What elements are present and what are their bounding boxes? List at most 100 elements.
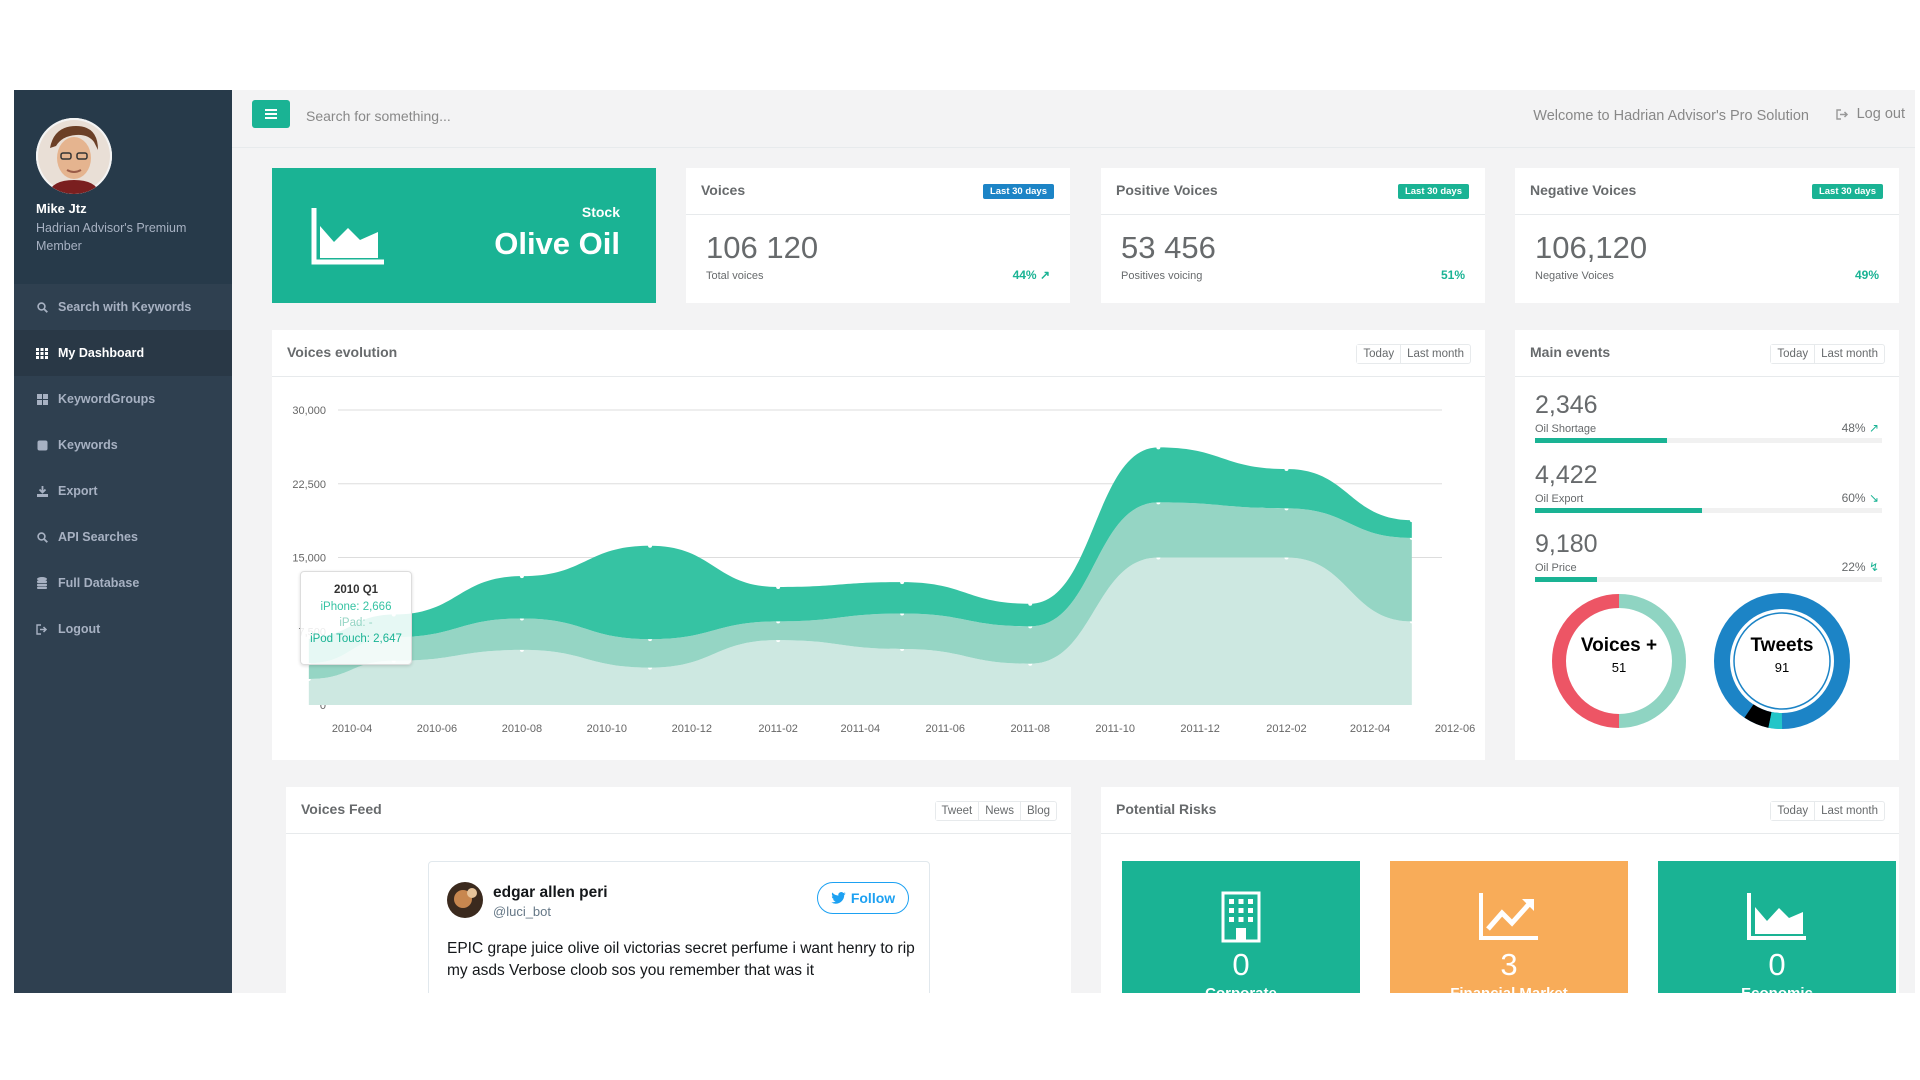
- tweet-text: EPIC grape juice olive oil victorias sec…: [447, 940, 915, 979]
- stat-percent: 44% ↗: [1012, 268, 1050, 282]
- period-badge: Last 30 days: [1397, 184, 1469, 199]
- avatar[interactable]: [36, 118, 112, 194]
- data-point[interactable]: [1409, 518, 1414, 523]
- area-chart-icon: [1747, 893, 1806, 940]
- stat-label: Positives voicing: [1121, 270, 1203, 282]
- data-point[interactable]: [900, 580, 905, 585]
- x-tick-label: 2012-04: [1350, 723, 1390, 735]
- risk-tile-corporate[interactable]: 0 Corporate: [1122, 861, 1360, 993]
- sidebar-item-keywordgroups[interactable]: KeywordGroups: [14, 376, 232, 422]
- menu-toggle-button[interactable]: [252, 100, 290, 128]
- search-input[interactable]: [304, 102, 708, 130]
- stat-value: 53 456: [1121, 230, 1216, 265]
- app-window: Mike Jtz Hadrian Advisor's Premium Membe…: [14, 90, 1915, 993]
- risk-tile-financial-market[interactable]: 3 Financial Market: [1390, 861, 1628, 993]
- sidebar-item-keywords[interactable]: Keywords: [14, 422, 232, 468]
- stat-value: 106,120: [1535, 230, 1648, 265]
- database-icon: [36, 577, 48, 589]
- donut-label: Voices +: [1580, 635, 1658, 656]
- card-title: Negative Voices: [1530, 182, 1637, 198]
- risk-label: Economic: [1658, 985, 1896, 993]
- card-title: Voices Feed: [301, 801, 382, 817]
- tweet-author-name[interactable]: edgar allen peri: [493, 884, 608, 902]
- x-tick-label: 2012-02: [1266, 723, 1306, 735]
- stat-value: 106 120: [706, 230, 819, 265]
- event-percent: 48% ↗: [1841, 421, 1879, 435]
- last-month-button[interactable]: Last month: [1814, 802, 1884, 820]
- stock-name: Olive Oil: [494, 226, 620, 261]
- card-title: Potential Risks: [1116, 801, 1217, 817]
- voices-evolution-chart: 07,50015,00022,50030,0002010-042010-0620…: [292, 405, 1475, 735]
- main-events-panel: Main events Today Last month 2,346 Oil S…: [1515, 330, 1899, 760]
- logout-link[interactable]: Log out: [1835, 106, 1905, 122]
- today-button[interactable]: Today: [1771, 345, 1815, 363]
- x-tick-label: 2011-08: [1010, 723, 1050, 735]
- sidebar-item-label: Full Database: [58, 576, 140, 590]
- sidebar-item-export[interactable]: Export: [14, 468, 232, 514]
- sidebar-item-search-with-keywords[interactable]: Search with Keywords: [14, 284, 232, 330]
- sidebar-item-label: Search with Keywords: [58, 300, 192, 314]
- period-badge: Last 30 days: [1811, 184, 1883, 199]
- blog-button[interactable]: Blog: [1019, 802, 1056, 820]
- sidebar-item-full-database[interactable]: Full Database: [14, 560, 232, 606]
- donut-label: Tweets: [1750, 635, 1814, 656]
- news-button[interactable]: News: [978, 802, 1020, 820]
- divider: [1101, 833, 1899, 834]
- stock-label: Stock: [581, 204, 620, 220]
- welcome-message: Welcome to Hadrian Advisor's Pro Solutio…: [1533, 108, 1809, 124]
- divider: [1515, 214, 1899, 215]
- data-point[interactable]: [1284, 467, 1289, 471]
- logout-label: Log out: [1856, 106, 1905, 122]
- x-tick-label: 2011-02: [758, 723, 798, 735]
- period-toggle: Today Last month: [1770, 344, 1885, 364]
- download-icon: [36, 485, 48, 497]
- risk-tile-economic[interactable]: 0 Economic: [1658, 861, 1896, 993]
- data-point[interactable]: [776, 585, 781, 589]
- tooltip-line: iPhone: 2,666: [320, 601, 392, 613]
- data-point[interactable]: [1156, 445, 1161, 450]
- x-tick-label: 2010-04: [332, 723, 372, 735]
- tweet-author-handle[interactable]: @luci_bot: [493, 904, 551, 919]
- tweet-card: edgar allen peri @luci_bot Follow EPIC g…: [428, 861, 930, 993]
- stat-percent: 51%: [1440, 268, 1465, 282]
- voices-feed-panel: Voices Feed Tweet News Blog edgar allen …: [286, 787, 1071, 993]
- sidebar-item-api-searches[interactable]: API Searches: [14, 514, 232, 560]
- sidebar-item-my-dashboard[interactable]: My Dashboard: [14, 330, 232, 376]
- y-tick-label: 15,000: [292, 553, 326, 565]
- sign-out-icon: [36, 623, 48, 635]
- follow-button[interactable]: Follow: [817, 882, 909, 914]
- stock-tile: Stock Olive Oil: [272, 168, 656, 303]
- tiles-icon: [36, 393, 48, 405]
- stat-card-voices: Voices Last 30 days 106 120 Total voices…: [686, 168, 1070, 303]
- tweet-button[interactable]: Tweet: [935, 802, 979, 820]
- data-point[interactable]: [519, 574, 524, 579]
- search-icon: [36, 531, 48, 543]
- feed-source-toggle: Tweet News Blog: [934, 801, 1057, 821]
- x-tick-label: 2012-06: [1435, 723, 1475, 735]
- data-point[interactable]: [648, 543, 653, 548]
- sidebar-item-label: KeywordGroups: [58, 392, 156, 406]
- risk-count: 3: [1500, 947, 1518, 982]
- risk-label: Financial Market: [1390, 985, 1628, 993]
- level-up-icon: ↗: [1039, 268, 1050, 282]
- last-month-button[interactable]: Last month: [1814, 345, 1884, 363]
- voices-evolution-panel: Voices evolution Today Last month 07,500…: [272, 330, 1485, 760]
- card-title: Voices: [701, 182, 746, 198]
- search-icon: [36, 301, 48, 313]
- event-progress: [1535, 438, 1882, 443]
- today-button[interactable]: Today: [1771, 802, 1815, 820]
- potential-risks-panel: Potential Risks Today Last month 0 Corpo…: [1101, 787, 1899, 993]
- tooltip-line: iPod Touch: 2,647: [310, 633, 402, 645]
- risk-count: 0: [1232, 947, 1250, 982]
- card-title: Main events: [1530, 344, 1611, 360]
- divider: [686, 214, 1070, 215]
- sidebar-item-logout[interactable]: Logout: [14, 606, 232, 652]
- data-point[interactable]: [1028, 601, 1033, 606]
- square-icon: [36, 439, 48, 451]
- follow-label: Follow: [850, 890, 896, 906]
- x-tick-label: 2010-10: [587, 723, 627, 735]
- event-percent: 22% ↯: [1841, 560, 1879, 574]
- divider: [1515, 376, 1899, 377]
- risk-count: 0: [1768, 947, 1786, 982]
- tweet-avatar[interactable]: [447, 882, 483, 918]
